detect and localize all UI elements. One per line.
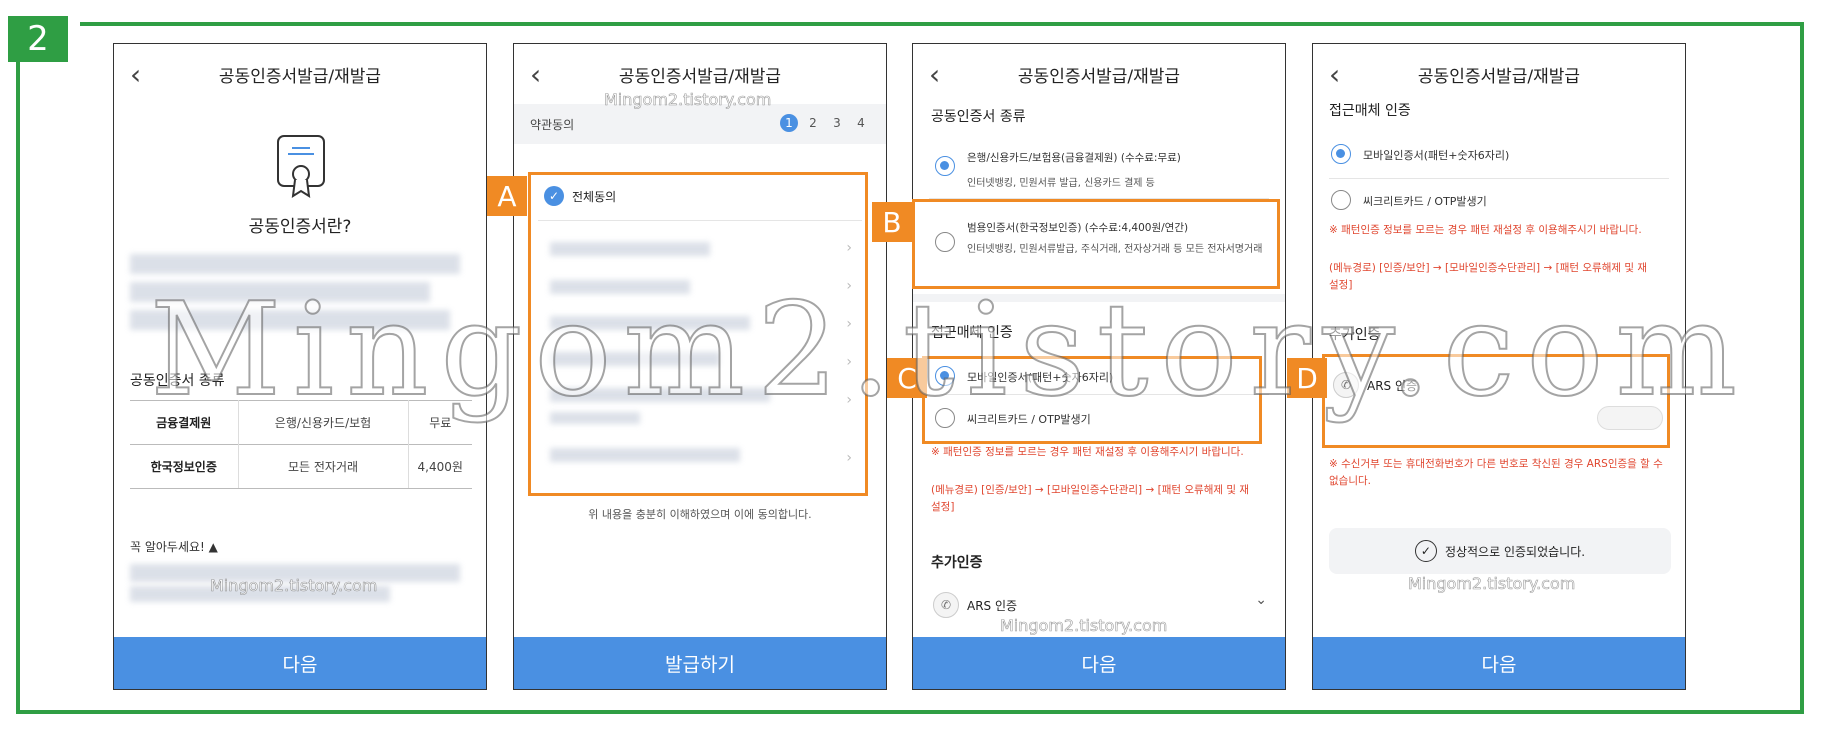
extra-auth-title: 추가인증 [1329,327,1381,343]
table-cell: 무료 [408,400,472,445]
app-header: ‹ 공동인증서발급/재발급 [913,44,1285,104]
highlight-d [1322,354,1670,448]
watermark-small: Mingom2.tistory.com [1408,574,1576,594]
table-cell: 모든 전자거래 [238,444,409,489]
blurred-text [130,310,450,330]
app-title: 공동인증서발급/재발급 [1417,66,1581,87]
pattern-warning: ※ 패턴인증 정보를 모르는 경우 패턴 재설정 후 이용해주시기 바랍니다. [931,446,1244,458]
cert-type-title: 공동인증서 종류 [931,109,1026,125]
secret-card-label: 씨크리트카드 / OTP발생기 [1363,195,1487,208]
mobile-cert-label: 모바일인증서(패턴+숫자6자리) [1363,149,1510,162]
step-1: 1 [780,114,798,132]
menu-path-warning: (메뉴경로) [인증/보안] → [모바일인증수단관리] → [패턴 오류해제 … [1329,262,1648,291]
menu-path-warning: (메뉴경로) [인증/보안] → [모바일인증수단관리] → [패턴 오류해제 … [931,484,1250,513]
app-title: 공동인증서발급/재발급 [218,66,382,87]
ars-select[interactable]: ✆ ARS 인증 [933,592,1017,618]
check-circle-icon: ✓ [1414,540,1437,562]
app-title: 공동인증서발급/재발급 [618,66,782,87]
access-title: 접근매체 인증 [931,325,1013,341]
watermark-small: Mingom2.tistory.com [1000,616,1168,636]
chevron-down-icon[interactable]: ⌄ [1255,592,1267,608]
frame-gap [68,22,80,30]
table-row: 한국정보인증 모든 전자거래 4,400원 [130,444,472,489]
highlight-c [922,356,1262,444]
pattern-warning: ※ 패턴인증 정보를 모르는 경우 패턴 재설정 후 이용해주시기 바랍니다. [1329,224,1642,236]
section-gap [913,294,1285,302]
step-4: 4 [857,116,865,130]
next-button[interactable]: 다음 [1313,637,1685,689]
table-cell: 금융결제원 [130,400,239,445]
step-2: 2 [809,116,817,130]
cert-types-title: 공동인증서 종류 [130,373,225,389]
highlight-a [528,172,868,496]
app-header: ‹ 공동인증서발급/재발급 [1313,44,1685,104]
next-button[interactable]: 다음 [913,637,1285,689]
intro-heading: 공동인증서란? [248,217,352,237]
radio-mobile-cert[interactable] [1331,144,1351,164]
tag-a: A [487,176,527,216]
tag-d: D [1287,358,1327,398]
radio-secret-card[interactable] [1331,190,1351,210]
table-cell: 은행/신용카드/보험 [238,400,409,445]
tag-c: C [887,358,927,398]
app-title: 공동인증서발급/재발급 [1017,66,1181,87]
ars-label: ARS 인증 [967,598,1018,613]
back-arrow-icon[interactable]: ‹ [530,58,541,91]
divider [1329,178,1669,179]
watermark-small: Mingom2.tistory.com [210,576,378,596]
phone-icon: ✆ [933,592,959,618]
blurred-text [130,254,460,274]
cert-types-table: 금융결제원 은행/신용카드/보험 무료 한국정보인증 모든 전자거래 4,400… [130,400,472,489]
table-cell: 한국정보인증 [130,444,239,489]
certificate-icon [277,135,325,198]
watermark-small: Mingom2.tistory.com [604,90,772,110]
success-box: ✓ 정상적으로 인증되었습니다. [1329,528,1671,574]
step-indicator: 1 2 3 4 [780,114,870,132]
access-title: 접근매체 인증 [1329,103,1411,119]
opt1-desc: 인터넷뱅킹, 민원서류 발급, 신용카드 결제 등 [967,178,1155,189]
back-arrow-icon[interactable]: ‹ [130,58,141,91]
success-message: 정상적으로 인증되었습니다. [1444,544,1586,559]
table-cell: 4,400원 [408,444,472,489]
issue-button[interactable]: 발급하기 [514,637,886,689]
table-row: 금융결제원 은행/신용카드/보험 무료 [130,400,472,445]
ars-warning: ※ 수신거부 또는 휴대전화번호가 다른 번호로 착신된 경우 ARS인증을 할… [1329,458,1663,487]
terms-section-label: 약관동의 [530,118,575,132]
terms-footnote: 위 내용을 충분히 이해하였으며 이에 동의합니다. [588,508,812,521]
blurred-text [130,282,430,302]
back-arrow-icon[interactable]: ‹ [1329,58,1340,91]
notice-toggle[interactable]: 꼭 알아두세요! ▲ [130,538,218,555]
radio-financial-cert[interactable] [935,156,955,176]
step-badge: 2 [8,16,68,62]
highlight-b [912,199,1280,289]
opt1-title: 은행/신용카드/보험용(금융결제원) (수수료:무료) [967,152,1181,164]
next-button[interactable]: 다음 [114,637,486,689]
tag-b: B [872,202,912,242]
extra-auth-title: 추가인증 [931,555,983,571]
app-header: ‹ 공동인증서발급/재발급 [114,44,486,104]
back-arrow-icon[interactable]: ‹ [929,58,940,91]
step-3: 3 [833,116,841,130]
